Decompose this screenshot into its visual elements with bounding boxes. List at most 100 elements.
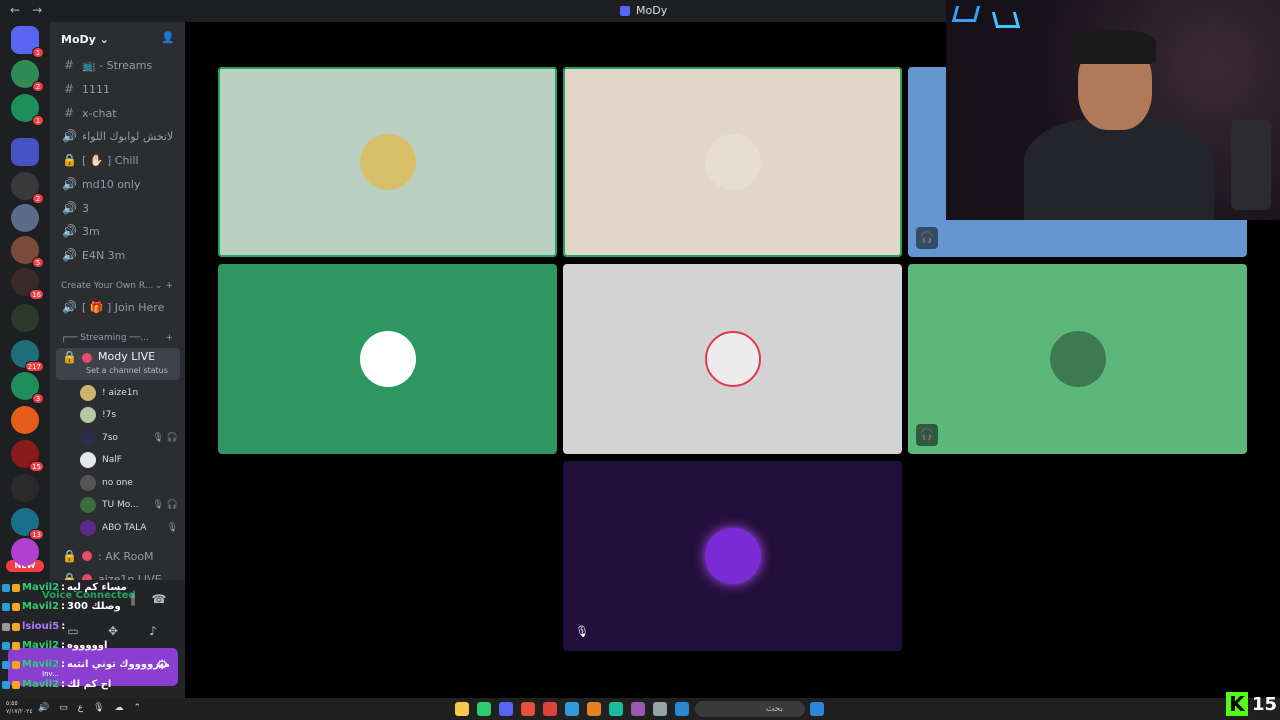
participant-tile[interactable]: 🎧 xyxy=(908,264,1247,454)
taskbar-app-icon[interactable] xyxy=(675,702,689,716)
server-icon-server-palm[interactable]: 2 xyxy=(11,60,44,92)
category-label: ┌── Streaming ──... xyxy=(61,333,149,343)
taskbar-app-icon[interactable] xyxy=(543,702,557,716)
taskbar-clock[interactable]: ٥:٥٥ ٧/١٧/٢٠٢٤ xyxy=(6,700,33,716)
participant-tile[interactable] xyxy=(563,67,902,257)
server-icon-server-k[interactable]: 13 xyxy=(11,508,44,540)
chat-message: Mavil2:300 وصلك xyxy=(2,601,121,612)
server-name-header[interactable]: MoDy ⌄ xyxy=(61,33,109,46)
voice-member[interactable]: no one xyxy=(80,473,178,493)
channel-md10[interactable]: 🔊 md10 only xyxy=(56,173,180,195)
taskbar-app-icon[interactable] xyxy=(609,702,623,716)
channel-1111[interactable]: #1111 xyxy=(56,78,180,100)
back-icon[interactable]: ← xyxy=(10,3,20,17)
mic-icon[interactable]: 🎙 xyxy=(93,703,104,713)
hash-icon: # xyxy=(63,106,75,120)
channel-x-chat[interactable]: # x-chat xyxy=(56,102,180,124)
participant-tile[interactable] xyxy=(563,264,902,454)
server-icon-discord-home[interactable]: 1 xyxy=(11,26,44,58)
channel-3m[interactable]: 🔊 3m xyxy=(56,220,180,242)
mention-badge: 16 xyxy=(29,289,44,300)
badge-icon xyxy=(12,622,20,631)
channel-status[interactable]: Set a channel status xyxy=(86,366,168,375)
activities-icon[interactable]: ✥ xyxy=(102,620,124,642)
channel-label: md10 only xyxy=(82,177,141,191)
channel-label: x-chat xyxy=(82,106,117,120)
start-icon[interactable] xyxy=(810,702,824,716)
channel-chill[interactable]: 🔒 [ ✋🏻 ] Chill xyxy=(56,149,180,171)
microphone xyxy=(1231,120,1271,210)
taskbar-search[interactable]: بحث xyxy=(695,701,805,717)
soundboard-icon[interactable]: ♪ xyxy=(142,620,164,642)
server-icon-server-e[interactable] xyxy=(11,304,39,332)
server-icon-server-b[interactable] xyxy=(11,204,39,232)
chat-username: Mavil2 xyxy=(22,679,60,690)
live-dot-icon xyxy=(82,551,92,561)
server-icon-server-f[interactable]: 217 xyxy=(11,340,44,372)
server-icon-server-g[interactable]: 3 xyxy=(11,372,44,404)
channel-ak-room[interactable]: 🔒: AK RooM xyxy=(56,545,180,567)
channel-voice-arabic[interactable]: 🔊 لاتخش لوابوك اللواء xyxy=(56,125,180,147)
channel-streams[interactable]: # 📺 - Streams xyxy=(56,54,180,76)
window-title-text: MoDy xyxy=(636,4,668,17)
speaker-icon: 🔊 xyxy=(62,224,77,238)
language-indicator[interactable]: ع xyxy=(78,703,83,713)
member-name: 7so xyxy=(102,433,118,443)
voice-member[interactable]: !7s xyxy=(80,405,178,425)
category-label: Create Your Own R... xyxy=(61,281,154,291)
server-icon-server-a[interactable]: 2 xyxy=(11,172,44,204)
channel-e4n-3m[interactable]: 🔊 E4N 3m xyxy=(56,244,180,266)
plus-icon[interactable]: + xyxy=(165,333,173,343)
voice-member[interactable]: TU Mo... 🎙 🎧 xyxy=(80,495,178,515)
server-icon-server-i[interactable]: 15 xyxy=(11,440,44,472)
speaker-icon[interactable]: 🔊 xyxy=(38,703,49,713)
server-icon-server-j[interactable] xyxy=(11,474,39,502)
participant-tile[interactable]: 🎙 xyxy=(563,461,902,651)
channel-label: E4N 3m xyxy=(82,248,126,262)
server-icon-server-gears[interactable]: 1 xyxy=(11,94,44,126)
kick-viewer-count: K 15 xyxy=(1226,692,1280,720)
network-icon[interactable]: ▭ xyxy=(59,703,68,713)
taskbar-app-icon[interactable] xyxy=(499,702,513,716)
live-dot-icon xyxy=(82,353,92,363)
voice-member[interactable]: ! aize1n xyxy=(80,383,178,403)
disconnect-icon[interactable]: ☎ xyxy=(148,588,170,610)
taskbar-app-icon[interactable] xyxy=(521,702,535,716)
chat-username: Mavil2 xyxy=(22,601,60,612)
channel-mody-live[interactable]: 🔒 Mody LIVE Set a channel status xyxy=(56,348,180,380)
muted-deafened-icon: 🎙 🎧 xyxy=(152,433,179,443)
category-create-room[interactable]: Create Your Own R... ⌄ + xyxy=(61,281,173,291)
server-icon-server-l[interactable] xyxy=(11,538,39,566)
taskbar-app-icon[interactable] xyxy=(455,702,469,716)
voice-member[interactable]: 7so 🎙 🎧 xyxy=(80,428,178,448)
taskbar-app-icon[interactable] xyxy=(653,702,667,716)
plus-icon[interactable]: ⌄ + xyxy=(155,281,173,291)
voice-member[interactable]: NalF xyxy=(80,450,178,470)
participant-tile[interactable] xyxy=(218,67,557,257)
cloud-icon[interactable]: ☁ xyxy=(115,703,124,713)
taskbar-app-icon[interactable] xyxy=(587,702,601,716)
taskbar-app-icon[interactable] xyxy=(565,702,579,716)
taskbar-app-icon[interactable] xyxy=(477,702,491,716)
channel-join-here[interactable]: 🔊 [ 🎁 ] Join Here xyxy=(56,296,180,318)
voice-member[interactable]: ABO TALA 🎙 xyxy=(80,518,178,538)
chat-username: Mavil2 xyxy=(22,640,60,651)
avatar xyxy=(359,331,416,387)
server-icon-server-c[interactable]: 5 xyxy=(11,236,44,268)
server-icon-server-h[interactable] xyxy=(11,406,39,434)
taskbar-app-icon[interactable] xyxy=(631,702,645,716)
server-icon-server-d[interactable]: 16 xyxy=(11,268,44,300)
invite-user-icon[interactable]: 👤 xyxy=(161,31,175,45)
speaker-icon: 🔊 xyxy=(62,201,77,215)
category-streaming[interactable]: ┌── Streaming ──... + xyxy=(61,333,173,343)
avatar xyxy=(80,520,96,536)
participant-tile[interactable] xyxy=(218,264,557,454)
channel-3[interactable]: 🔊 3 xyxy=(56,197,180,219)
avatar xyxy=(704,134,761,190)
system-tray: 🔊 ▭ ع 🎙 ☁ ⌃ xyxy=(38,703,141,713)
server-icon-folder[interactable] xyxy=(11,138,39,166)
badge-icon xyxy=(2,680,10,689)
avatar xyxy=(80,430,96,446)
forward-icon[interactable]: → xyxy=(32,3,42,17)
chevron-up-icon[interactable]: ⌃ xyxy=(134,703,142,713)
